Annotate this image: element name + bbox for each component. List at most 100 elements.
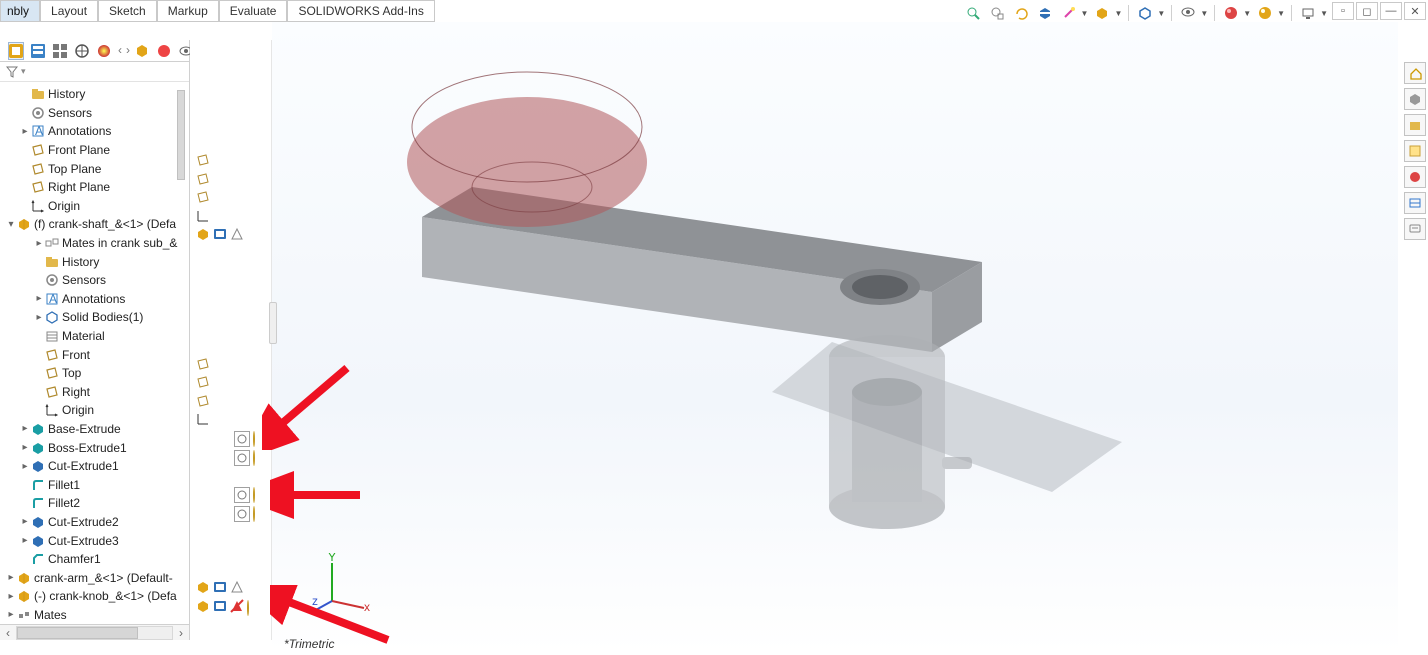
- graphics-viewport[interactable]: Y x z *Trimetric: [272, 22, 1398, 653]
- display-state-row[interactable]: [196, 209, 210, 226]
- tree-item[interactable]: Top Plane: [0, 159, 189, 178]
- tree-item[interactable]: ▸Mates: [0, 606, 189, 622]
- tree-item[interactable]: Front Plane: [0, 141, 189, 160]
- taskpane-forum-icon[interactable]: [1404, 218, 1426, 240]
- plane-sm-icon[interactable]: [196, 375, 210, 392]
- tri-sm-icon[interactable]: [230, 227, 244, 244]
- prev-view-button[interactable]: [1011, 4, 1031, 22]
- panel-collapse-handle[interactable]: [269, 302, 277, 344]
- panel-chevron-right-icon[interactable]: ›: [126, 43, 130, 59]
- eye-icon[interactable]: [253, 488, 255, 502]
- tree-filter[interactable]: ▾: [0, 62, 189, 82]
- expand-toggle-icon[interactable]: ▸: [34, 312, 44, 323]
- panel-vscroll-thumb[interactable]: [177, 90, 185, 180]
- display-state-row[interactable]: [234, 450, 255, 466]
- tree-item[interactable]: ▸Cut-Extrude3: [0, 531, 189, 550]
- expand-toggle-icon[interactable]: ▸: [20, 535, 30, 546]
- display-state-row[interactable]: [196, 580, 244, 597]
- appearance-button[interactable]: [1221, 4, 1241, 22]
- tab-evaluate[interactable]: Evaluate: [219, 0, 288, 21]
- plane-sm-icon[interactable]: [196, 153, 210, 170]
- tree-item[interactable]: ▸Cut-Extrude1: [0, 457, 189, 476]
- tab-configuration-icon[interactable]: [52, 42, 68, 60]
- panel-sphere-icon[interactable]: [156, 43, 172, 59]
- taskpane-custom-props-icon[interactable]: [1404, 192, 1426, 214]
- dynamic-dropdown-icon[interactable]: ▼: [1081, 9, 1089, 18]
- display-state-row[interactable]: [196, 357, 210, 374]
- view-orient-dropdown-icon[interactable]: ▼: [1114, 9, 1122, 18]
- tree-item[interactable]: History: [0, 252, 189, 271]
- tree-item[interactable]: ▸Cut-Extrude2: [0, 513, 189, 532]
- expand-toggle-icon[interactable]: ▸: [20, 442, 30, 453]
- panel-part-icon[interactable]: [134, 43, 150, 59]
- tree-item[interactable]: Fillet1: [0, 475, 189, 494]
- expand-toggle-icon[interactable]: ▸: [6, 591, 16, 602]
- body-box-icon[interactable]: [234, 450, 250, 466]
- asm-sm-icon[interactable]: [196, 599, 210, 616]
- plane-sm-icon[interactable]: [196, 394, 210, 411]
- body-box-icon[interactable]: [234, 431, 250, 447]
- tab-featuremanager-icon[interactable]: [8, 42, 24, 60]
- tree-item[interactable]: Origin: [0, 197, 189, 216]
- tree-item[interactable]: ▸Base-Extrude: [0, 420, 189, 439]
- expand-toggle-icon[interactable]: ▸: [20, 516, 30, 527]
- tree-item[interactable]: ▸Mates in crank sub_&: [0, 234, 189, 253]
- tab-addins[interactable]: SOLIDWORKS Add-Ins: [287, 0, 434, 21]
- tree-item[interactable]: Right Plane: [0, 178, 189, 197]
- display-state-row[interactable]: [196, 153, 210, 170]
- tree-item[interactable]: ▾(f) crank-shaft_&<1> (Defa: [0, 215, 189, 234]
- hide-show-button[interactable]: [1178, 4, 1198, 22]
- scroll-right-icon[interactable]: ›: [173, 626, 189, 640]
- tree-item[interactable]: ▸Boss-Extrude1: [0, 438, 189, 457]
- taskpane-file-explorer-icon[interactable]: [1404, 114, 1426, 136]
- win-restore-icon[interactable]: ▫: [1332, 2, 1354, 20]
- display-style-dropdown-icon[interactable]: ▼: [1157, 9, 1165, 18]
- expand-toggle-icon[interactable]: ▾: [6, 219, 16, 230]
- taskpane-home-icon[interactable]: [1404, 62, 1426, 84]
- taskpane-resources-icon[interactable]: [1404, 88, 1426, 110]
- eye-icon[interactable]: [247, 601, 249, 615]
- win-min-icon[interactable]: —: [1380, 2, 1402, 20]
- panel-hscroll[interactable]: ‹ ›: [0, 624, 189, 640]
- asm-sm-icon[interactable]: [196, 580, 210, 597]
- tab-displaymanager-icon[interactable]: [96, 42, 112, 60]
- display-state-row[interactable]: [196, 190, 210, 207]
- plane-sm-icon[interactable]: [196, 357, 210, 374]
- display-state-row[interactable]: [196, 394, 210, 411]
- plane-sm-icon[interactable]: [196, 172, 210, 189]
- display-state-row[interactable]: [196, 412, 210, 429]
- eye-icon[interactable]: [253, 432, 255, 446]
- expand-toggle-icon[interactable]: ▸: [20, 423, 30, 434]
- tree-item[interactable]: ▸Solid Bodies(1): [0, 308, 189, 327]
- tree-item[interactable]: Fillet2: [0, 494, 189, 513]
- display-state-row[interactable]: [196, 375, 210, 392]
- feature-tree[interactable]: HistorySensors▸AAnnotationsFront PlaneTo…: [0, 85, 189, 622]
- tree-item[interactable]: Right: [0, 383, 189, 402]
- expand-toggle-icon[interactable]: ▸: [6, 572, 16, 583]
- tree-item[interactable]: Top: [0, 364, 189, 383]
- disp-sm-icon[interactable]: [213, 580, 227, 597]
- expand-toggle-icon[interactable]: ▸: [34, 293, 44, 304]
- tab-assembly-truncated[interactable]: nbly: [0, 0, 40, 21]
- display-state-row[interactable]: [196, 599, 249, 616]
- origin-sm-icon[interactable]: [196, 412, 210, 429]
- origin-sm-icon[interactable]: [196, 209, 210, 226]
- view-settings-dropdown-icon[interactable]: ▼: [1320, 9, 1328, 18]
- zoom-area-button[interactable]: [987, 4, 1007, 22]
- eye-icon[interactable]: [253, 507, 255, 521]
- tab-sketch[interactable]: Sketch: [98, 0, 157, 21]
- display-state-row[interactable]: [234, 506, 255, 522]
- tree-item[interactable]: History: [0, 85, 189, 104]
- disp-sm-icon[interactable]: [213, 227, 227, 244]
- win-close-icon[interactable]: ✕: [1404, 2, 1426, 20]
- win-max-icon[interactable]: ◻: [1356, 2, 1378, 20]
- display-style-button[interactable]: [1135, 4, 1155, 22]
- section-button[interactable]: [1035, 4, 1055, 22]
- expand-toggle-icon[interactable]: ▸: [20, 126, 30, 137]
- tree-item[interactable]: Sensors: [0, 271, 189, 290]
- view-triad[interactable]: Y x z: [312, 553, 372, 613]
- taskpane-appearances-icon[interactable]: [1404, 166, 1426, 188]
- display-state-row[interactable]: [196, 227, 244, 244]
- appearance-dropdown-icon[interactable]: ▼: [1243, 9, 1251, 18]
- tab-layout[interactable]: Layout: [40, 0, 98, 21]
